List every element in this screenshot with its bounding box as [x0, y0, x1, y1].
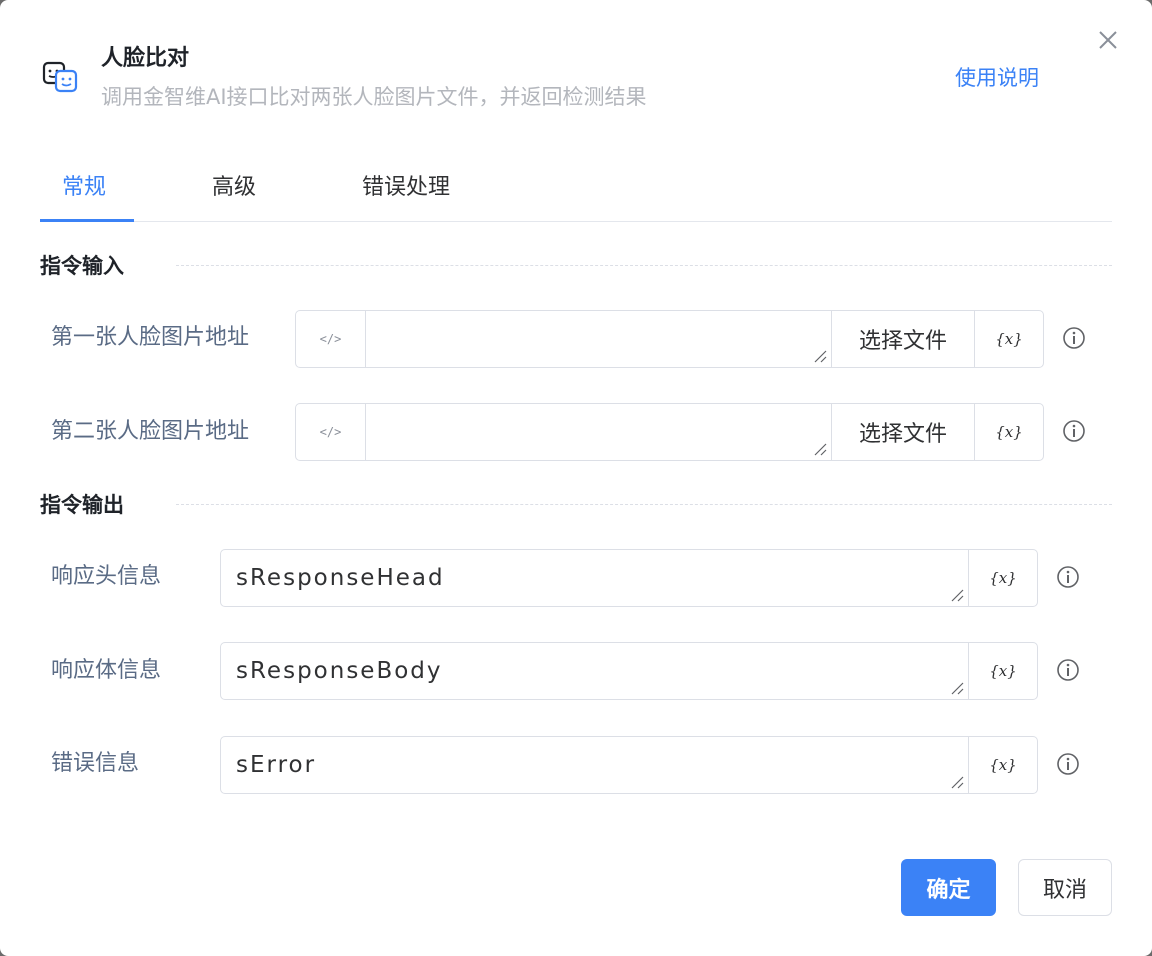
close-icon[interactable] [1096, 28, 1120, 52]
section-output-title: 指令输出 [40, 493, 124, 517]
second-face-image-input-group: </> 选择文件 {x} [295, 403, 1044, 461]
response-body-input-group: sResponseBody {x} [220, 642, 1038, 700]
error-info-input-group: sError {x} [220, 736, 1038, 794]
choose-file-button[interactable]: 选择文件 [831, 311, 974, 367]
active-tab-indicator [40, 219, 134, 222]
tab-advanced[interactable]: 高级 [212, 162, 256, 222]
response-body-label: 响应体信息 [51, 658, 162, 683]
confirm-button[interactable]: 确定 [901, 859, 996, 916]
choose-file-button[interactable]: 选择文件 [831, 404, 974, 460]
error-info-input[interactable]: sError [221, 737, 968, 793]
first-face-image-input-group: </> 选择文件 {x} [295, 310, 1044, 368]
resize-handle-icon[interactable] [950, 588, 964, 602]
variable-button[interactable]: {x} [974, 311, 1043, 367]
section-divider [176, 265, 1112, 266]
code-mode-icon[interactable]: </> [296, 311, 366, 367]
resize-handle-icon[interactable] [950, 681, 964, 695]
resize-handle-icon[interactable] [813, 349, 827, 363]
error-info-label: 错误信息 [51, 751, 140, 776]
dialog-title: 人脸比对 [101, 46, 190, 71]
response-head-input[interactable]: sResponseHead [221, 550, 968, 606]
help-link[interactable]: 使用说明 [955, 63, 1039, 93]
resize-handle-icon[interactable] [950, 775, 964, 789]
section-divider [176, 504, 1112, 505]
info-icon[interactable] [1056, 658, 1080, 682]
info-icon[interactable] [1062, 326, 1086, 350]
resize-handle-icon[interactable] [813, 442, 827, 456]
dialog-subtitle: 调用金智维AI接口比对两张人脸图片文件，并返回检测结果 [101, 85, 647, 109]
section-input-title: 指令输入 [40, 254, 124, 278]
info-icon[interactable] [1062, 419, 1086, 443]
first-face-image-label: 第一张人脸图片地址 [51, 325, 250, 350]
tab-general[interactable]: 常规 [62, 162, 106, 222]
variable-button[interactable]: {x} [974, 404, 1043, 460]
variable-button[interactable]: {x} [968, 737, 1037, 793]
second-face-image-label: 第二张人脸图片地址 [51, 419, 250, 444]
tab-bar: 常规 高级 错误处理 [40, 162, 1112, 222]
tab-error-handling[interactable]: 错误处理 [362, 162, 450, 222]
info-icon[interactable] [1056, 752, 1080, 776]
first-face-image-input[interactable] [366, 311, 831, 367]
face-compare-icon [42, 61, 78, 93]
code-mode-icon[interactable]: </> [296, 404, 366, 460]
response-head-label: 响应头信息 [51, 564, 162, 589]
variable-button[interactable]: {x} [968, 550, 1037, 606]
variable-button[interactable]: {x} [968, 643, 1037, 699]
face-compare-dialog: 人脸比对 调用金智维AI接口比对两张人脸图片文件，并返回检测结果 使用说明 常规… [0, 0, 1152, 956]
info-icon[interactable] [1056, 565, 1080, 589]
second-face-image-input[interactable] [366, 404, 831, 460]
cancel-button[interactable]: 取消 [1018, 859, 1112, 916]
response-body-input[interactable]: sResponseBody [221, 643, 968, 699]
response-head-input-group: sResponseHead {x} [220, 549, 1038, 607]
